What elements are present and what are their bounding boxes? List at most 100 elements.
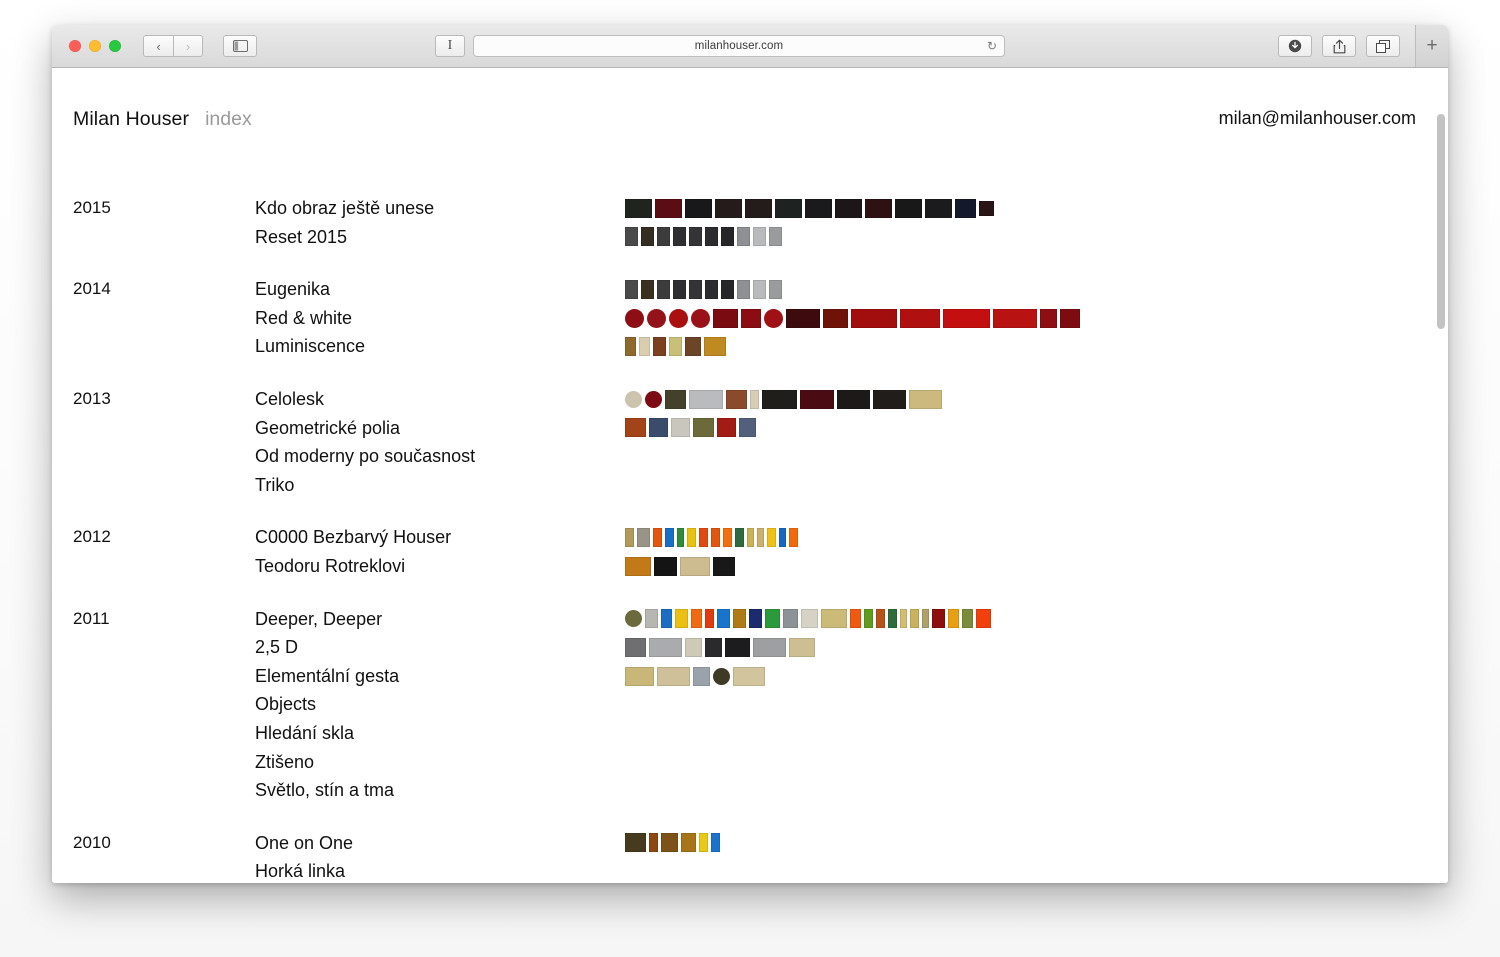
sidebar-toggle-button[interactable]: [223, 35, 257, 57]
project-title-link[interactable]: C0000 Bezbarvý Houser: [255, 523, 625, 552]
project-thumbnail[interactable]: [691, 308, 710, 328]
project-thumbnail[interactable]: [655, 198, 682, 218]
project-thumbnail[interactable]: [775, 198, 802, 218]
project-thumbnail[interactable]: [625, 418, 646, 438]
project-thumbnail[interactable]: [1040, 308, 1057, 328]
contact-email[interactable]: milan@milanhouser.com: [1219, 108, 1416, 129]
project-thumbnail[interactable]: [705, 279, 718, 299]
project-thumbnail[interactable]: [749, 609, 762, 629]
project-thumbnail[interactable]: [764, 308, 783, 328]
project-thumbnail[interactable]: [665, 528, 674, 548]
new-tab-button[interactable]: +: [1415, 25, 1448, 67]
project-thumbnail[interactable]: [649, 418, 668, 438]
project-thumbnail[interactable]: [625, 833, 646, 853]
project-title-link[interactable]: Geometrické polia: [255, 414, 625, 443]
project-title-link[interactable]: Hledání skla: [255, 719, 625, 748]
project-thumbnail[interactable]: [711, 528, 720, 548]
project-thumbnail[interactable]: [962, 609, 973, 629]
project-thumbnail[interactable]: [821, 609, 847, 629]
project-thumbnail[interactable]: [769, 279, 782, 299]
project-thumbnail[interactable]: [733, 609, 746, 629]
project-title-link[interactable]: Kdo obraz ještě unese: [255, 194, 625, 223]
project-thumbnail[interactable]: [687, 528, 696, 548]
project-thumbnail[interactable]: [733, 666, 765, 686]
project-title-link[interactable]: Deeper, Deeper: [255, 605, 625, 634]
project-thumbnail[interactable]: [805, 198, 832, 218]
project-thumbnail[interactable]: [717, 609, 730, 629]
project-thumbnail[interactable]: [661, 833, 678, 853]
project-thumbnail[interactable]: [723, 528, 732, 548]
project-thumbnail[interactable]: [747, 528, 754, 548]
project-thumbnail[interactable]: [976, 609, 991, 629]
project-thumbnail[interactable]: [625, 198, 652, 218]
project-thumbnail[interactable]: [715, 198, 742, 218]
project-thumbnail[interactable]: [685, 337, 701, 357]
project-thumbnail[interactable]: [689, 279, 702, 299]
share-button[interactable]: [1322, 35, 1356, 57]
reload-icon[interactable]: ↻: [987, 40, 997, 52]
project-thumbnail[interactable]: [705, 609, 714, 629]
project-thumbnail[interactable]: [673, 227, 686, 247]
project-thumbnail[interactable]: [653, 337, 666, 357]
project-thumbnail[interactable]: [713, 308, 738, 328]
project-thumbnail[interactable]: [669, 337, 682, 357]
project-thumbnail[interactable]: [657, 666, 690, 686]
project-thumbnail[interactable]: [726, 389, 747, 409]
project-thumbnail[interactable]: [649, 637, 682, 657]
project-thumbnail[interactable]: [653, 528, 662, 548]
project-thumbnail[interactable]: [823, 308, 848, 328]
project-thumbnail[interactable]: [753, 227, 766, 247]
project-thumbnail[interactable]: [705, 227, 718, 247]
project-thumbnail[interactable]: [689, 227, 702, 247]
page-scrollbar[interactable]: [1437, 114, 1445, 876]
project-thumbnail[interactable]: [641, 227, 654, 247]
brand-section-label[interactable]: index: [205, 108, 252, 131]
show-all-tabs-button[interactable]: [1366, 35, 1400, 57]
project-title-link[interactable]: Horká linka: [255, 857, 625, 883]
project-thumbnail[interactable]: [713, 556, 735, 576]
project-thumbnail[interactable]: [786, 308, 820, 328]
close-window-button[interactable]: [69, 40, 81, 52]
project-thumbnail[interactable]: [625, 556, 651, 576]
project-thumbnail[interactable]: [625, 610, 642, 628]
project-thumbnail[interactable]: [943, 308, 990, 328]
project-thumbnail[interactable]: [888, 609, 897, 629]
project-thumbnail[interactable]: [993, 308, 1037, 328]
project-thumbnail[interactable]: [645, 390, 662, 408]
project-title-link[interactable]: Elementální gesta: [255, 662, 625, 691]
project-thumbnail[interactable]: [625, 637, 646, 657]
project-thumbnail[interactable]: [864, 609, 873, 629]
project-thumbnail[interactable]: [665, 389, 686, 409]
reader-view-button[interactable]: I: [435, 35, 465, 57]
back-button[interactable]: ‹: [143, 35, 173, 57]
project-thumbnail[interactable]: [699, 528, 708, 548]
maximize-window-button[interactable]: [109, 40, 121, 52]
project-thumbnail[interactable]: [948, 609, 959, 629]
project-title-link[interactable]: Luminiscence: [255, 332, 625, 361]
project-thumbnail[interactable]: [721, 279, 734, 299]
project-thumbnail[interactable]: [699, 833, 708, 853]
project-thumbnail[interactable]: [900, 308, 940, 328]
project-thumbnail[interactable]: [955, 198, 976, 218]
project-thumbnail[interactable]: [637, 528, 650, 548]
project-thumbnail[interactable]: [753, 637, 786, 657]
project-thumbnail[interactable]: [745, 198, 772, 218]
project-thumbnail[interactable]: [762, 389, 797, 409]
project-thumbnail[interactable]: [649, 833, 658, 853]
project-thumbnail[interactable]: [713, 667, 730, 685]
project-thumbnail[interactable]: [750, 389, 759, 409]
project-thumbnail[interactable]: [725, 637, 750, 657]
project-thumbnail[interactable]: [654, 556, 677, 576]
project-thumbnail[interactable]: [625, 528, 634, 548]
project-thumbnail[interactable]: [835, 198, 862, 218]
project-thumbnail[interactable]: [769, 227, 782, 247]
project-thumbnail[interactable]: [900, 609, 907, 629]
project-thumbnail[interactable]: [737, 279, 750, 299]
project-thumbnail[interactable]: [739, 418, 756, 438]
project-thumbnail[interactable]: [685, 637, 702, 657]
project-thumbnail[interactable]: [671, 418, 690, 438]
project-thumbnail[interactable]: [925, 198, 952, 218]
project-title-link[interactable]: Teodoru Rotreklovi: [255, 552, 625, 581]
project-thumbnail[interactable]: [625, 390, 642, 408]
project-thumbnail[interactable]: [625, 308, 644, 328]
